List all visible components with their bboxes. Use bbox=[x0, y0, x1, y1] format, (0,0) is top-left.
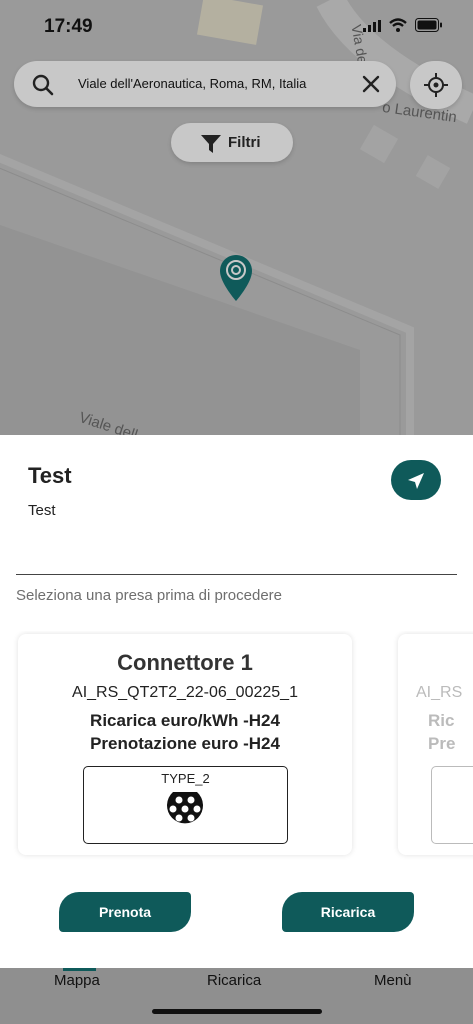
filter-button[interactable]: Filtri bbox=[171, 123, 293, 162]
connector-code: AI_RS_QT2T2_22-06_00225_1 bbox=[72, 684, 298, 701]
connector-code: AI_RS bbox=[416, 684, 463, 701]
search-input[interactable]: Viale dell'Aeronautica, Roma, RM, Italia bbox=[78, 76, 306, 91]
connector-carousel[interactable]: Connettore 1 AI_RS_QT2T2_22-06_00225_1 R… bbox=[0, 631, 473, 861]
connector-card[interactable]: Connettore 1 AI_RS_QT2T2_22-06_00225_1 R… bbox=[18, 634, 352, 855]
connector-tariffs: Ric Pre bbox=[428, 709, 473, 755]
status-bar: 17:49 bbox=[0, 0, 473, 52]
plug-type-label: TYPE_2 bbox=[161, 771, 210, 786]
wifi-icon bbox=[389, 18, 407, 37]
clear-search-icon[interactable] bbox=[362, 75, 380, 98]
connector-tariffs: Ricarica euro/kWh -H24 Prenotazione euro… bbox=[18, 709, 352, 755]
tariff-booking: Pre bbox=[428, 734, 456, 753]
book-button[interactable]: Prenota bbox=[59, 892, 191, 932]
station-description: Test bbox=[28, 502, 56, 519]
search-bar[interactable]: Viale dell'Aeronautica, Roma, RM, Italia bbox=[14, 61, 396, 107]
navigate-button[interactable] bbox=[391, 460, 441, 500]
tab-menu[interactable]: Menù bbox=[374, 972, 412, 989]
tab-map[interactable]: Mappa bbox=[54, 972, 100, 989]
type2-plug-icon bbox=[165, 788, 205, 833]
tariff-booking: Prenotazione euro -H24 bbox=[90, 734, 280, 753]
signal-icon bbox=[363, 19, 381, 37]
connector-card[interactable]: AI_RS Ric Pre bbox=[398, 634, 473, 855]
status-time: 17:49 bbox=[44, 16, 93, 37]
active-tab-indicator bbox=[63, 968, 96, 971]
home-indicator[interactable] bbox=[152, 1009, 322, 1014]
filter-label: Filtri bbox=[228, 134, 261, 151]
filter-icon bbox=[201, 135, 221, 153]
divider bbox=[16, 574, 457, 575]
charge-button[interactable]: Ricarica bbox=[282, 892, 414, 932]
station-detail-sheet: Test Test Seleziona una presa prima di p… bbox=[0, 435, 473, 968]
select-connector-instruction: Seleziona una presa prima di procedere bbox=[16, 587, 282, 604]
navigation-arrow-icon bbox=[408, 473, 424, 489]
connector-title: Connettore 1 bbox=[117, 650, 253, 675]
tab-charge[interactable]: Ricarica bbox=[207, 972, 261, 989]
station-name: Test bbox=[28, 463, 72, 488]
tariff-charge: Ric bbox=[428, 711, 455, 730]
search-icon bbox=[32, 74, 54, 101]
tab-bar: Mappa Ricarica Menù bbox=[0, 968, 473, 1024]
status-icons bbox=[363, 18, 443, 37]
plug-type-box bbox=[431, 766, 473, 844]
battery-icon bbox=[415, 18, 443, 37]
plug-type-box: TYPE_2 bbox=[83, 766, 288, 844]
tariff-charge: Ricarica euro/kWh -H24 bbox=[90, 711, 280, 730]
crosshair-icon bbox=[424, 73, 448, 97]
locate-me-button[interactable] bbox=[410, 61, 462, 109]
